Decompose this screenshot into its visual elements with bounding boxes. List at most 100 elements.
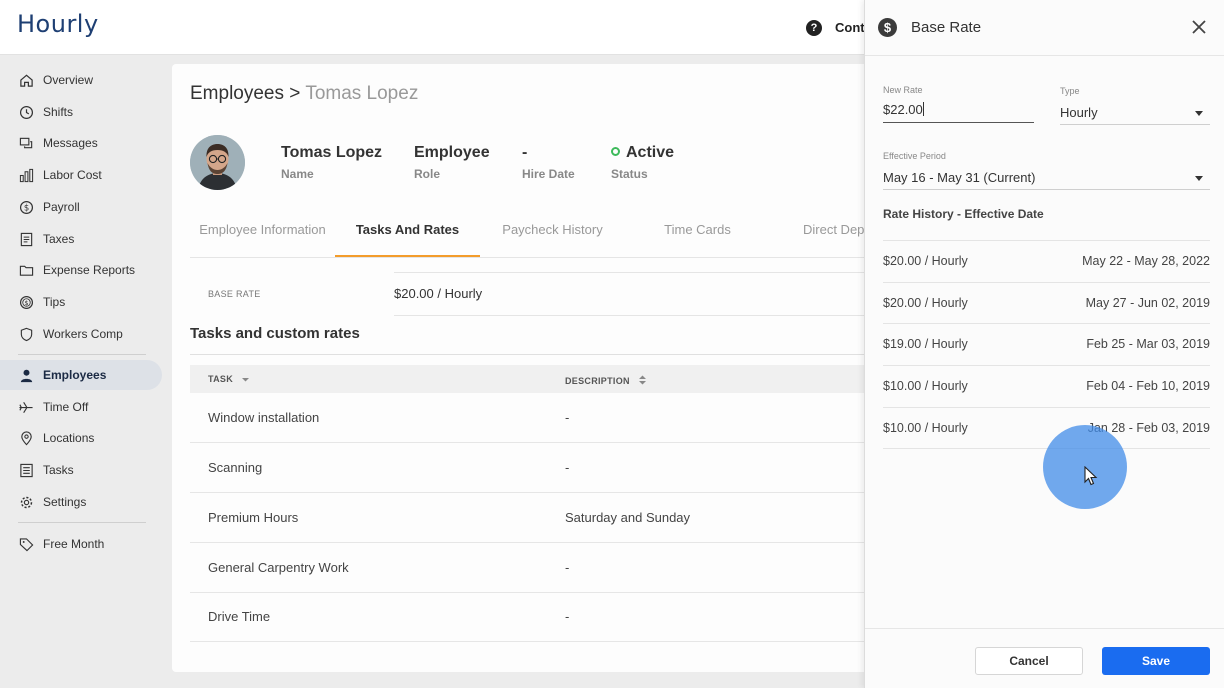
rate-history-row: $19.00 / Hourly Feb 25 - Mar 03, 2019 bbox=[883, 323, 1210, 365]
table-row[interactable]: Window installation - bbox=[190, 393, 872, 443]
sidebar-divider bbox=[18, 522, 146, 523]
employee-role-value: Employee bbox=[414, 144, 490, 161]
sort-icon bbox=[638, 375, 646, 385]
sidebar-divider bbox=[18, 354, 146, 355]
list-icon bbox=[18, 462, 34, 478]
task-description-cell: - bbox=[565, 560, 570, 575]
tab-paycheck-history[interactable]: Paycheck History bbox=[480, 210, 625, 258]
base-rate-value[interactable]: $20.00 / Hourly bbox=[394, 286, 482, 301]
chevron-down-icon[interactable] bbox=[1195, 176, 1203, 181]
effective-period-underline bbox=[883, 189, 1210, 190]
save-button[interactable]: Save bbox=[1102, 647, 1210, 675]
svg-text:$: $ bbox=[23, 202, 28, 212]
sidebar-item-label: Time Off bbox=[43, 400, 89, 414]
app-logo[interactable]: Hourly bbox=[17, 10, 99, 38]
description-column-header[interactable]: DESCRIPTION bbox=[565, 374, 647, 386]
sidebar: Overview Shifts Messages Labor Cost $ Pa… bbox=[0, 56, 170, 688]
base-rate-divider bbox=[394, 272, 872, 273]
effective-period-select[interactable]: May 16 - May 31 (Current) bbox=[883, 170, 1035, 185]
sidebar-item-locations[interactable]: Locations bbox=[0, 423, 162, 453]
tab-tasks-and-rates[interactable]: Tasks And Rates bbox=[335, 210, 480, 258]
sidebar-item-label: Settings bbox=[43, 495, 87, 509]
sidebar-item-label: Employees bbox=[43, 368, 107, 382]
table-row[interactable]: Drive Time - bbox=[190, 592, 872, 642]
shield-icon bbox=[18, 326, 34, 342]
sidebar-item-messages[interactable]: Messages bbox=[0, 128, 162, 158]
employee-name-value: Tomas Lopez bbox=[281, 144, 383, 161]
task-description-cell: - bbox=[565, 609, 570, 624]
tasks-table-header: TASK DESCRIPTION bbox=[190, 365, 872, 393]
sidebar-item-label: Expense Reports bbox=[43, 263, 136, 277]
sidebar-item-labor-cost[interactable]: Labor Cost bbox=[0, 160, 162, 190]
breadcrumb-separator: > bbox=[284, 83, 306, 104]
status-label: Status bbox=[611, 167, 648, 181]
sidebar-item-tips[interactable]: $ Tips bbox=[0, 287, 162, 317]
folder-icon bbox=[18, 262, 34, 278]
breadcrumb-root[interactable]: Employees bbox=[190, 83, 284, 104]
sidebar-item-taxes[interactable]: Taxes bbox=[0, 224, 162, 254]
hire-date-label: Hire Date bbox=[522, 167, 575, 181]
sidebar-item-label: Free Month bbox=[43, 537, 105, 551]
status-value: Active bbox=[626, 144, 675, 161]
history-date: Feb 25 - Mar 03, 2019 bbox=[1086, 337, 1210, 351]
sidebar-item-time-off[interactable]: Time Off bbox=[0, 392, 162, 422]
clock-icon bbox=[18, 104, 34, 120]
sidebar-item-settings[interactable]: Settings bbox=[0, 487, 162, 517]
gear-icon bbox=[18, 494, 34, 510]
history-rate: $10.00 / Hourly bbox=[883, 421, 968, 435]
sidebar-item-label: Locations bbox=[43, 431, 95, 445]
table-row[interactable]: Premium Hours Saturday and Sunday bbox=[190, 493, 872, 543]
sidebar-item-tasks[interactable]: Tasks bbox=[0, 455, 162, 485]
task-column-header[interactable]: TASK bbox=[208, 374, 250, 384]
close-icon[interactable] bbox=[1189, 17, 1209, 37]
sidebar-item-label: Tasks bbox=[43, 463, 74, 477]
hire-date-field: - Hire Date bbox=[522, 144, 575, 181]
tab-direct-deposit[interactable]: Direct Depo bbox=[770, 210, 872, 258]
sidebar-item-label: Payroll bbox=[43, 200, 80, 214]
table-row[interactable]: Scanning - bbox=[190, 443, 872, 493]
employee-role-label: Role bbox=[414, 167, 441, 181]
location-pin-icon bbox=[18, 430, 34, 446]
sidebar-item-payroll[interactable]: $ Payroll bbox=[0, 192, 162, 222]
sidebar-item-expense-reports[interactable]: Expense Reports bbox=[0, 255, 162, 285]
new-rate-input[interactable]: $22.00 bbox=[883, 102, 924, 117]
status-field: Active Status bbox=[611, 144, 674, 181]
sidebar-item-employees[interactable]: Employees bbox=[0, 360, 162, 390]
rate-history-row: $20.00 / Hourly May 22 - May 28, 2022 bbox=[883, 240, 1210, 282]
home-icon bbox=[18, 72, 34, 88]
plane-icon bbox=[18, 399, 34, 415]
drawer-footer: Cancel Save bbox=[865, 628, 1224, 688]
sidebar-item-shifts[interactable]: Shifts bbox=[0, 97, 162, 127]
type-select[interactable]: Hourly bbox=[1060, 105, 1098, 120]
employee-card: Employees > Tomas Lopez Tomas Lopez Name… bbox=[172, 64, 872, 672]
rate-history-row: $20.00 / Hourly May 27 - Jun 02, 2019 bbox=[883, 282, 1210, 324]
rate-history-row: $10.00 / Hourly Feb 04 - Feb 10, 2019 bbox=[883, 365, 1210, 407]
base-rate-drawer: $ Base Rate New Rate $22.00 Type Hourly … bbox=[864, 0, 1224, 688]
sidebar-item-label: Overview bbox=[43, 73, 94, 87]
task-name-cell: General Carpentry Work bbox=[208, 560, 349, 575]
chevron-down-icon[interactable] bbox=[1195, 111, 1203, 116]
help-icon[interactable]: ? bbox=[806, 20, 822, 36]
table-row[interactable]: General Carpentry Work - bbox=[190, 543, 872, 593]
tab-time-cards[interactable]: Time Cards bbox=[625, 210, 770, 258]
dollar-circle-icon: $ bbox=[18, 199, 34, 215]
history-rate: $10.00 / Hourly bbox=[883, 379, 968, 393]
tab-employee-information[interactable]: Employee Information bbox=[190, 210, 335, 258]
sort-down-icon bbox=[241, 378, 249, 382]
history-date: May 22 - May 28, 2022 bbox=[1082, 254, 1210, 268]
task-description-cell: Saturday and Sunday bbox=[565, 510, 691, 525]
employee-role-field: Employee Role bbox=[414, 144, 490, 181]
tag-icon bbox=[18, 536, 34, 552]
cancel-button[interactable]: Cancel bbox=[975, 647, 1083, 675]
new-rate-label: New Rate bbox=[883, 85, 923, 95]
base-rate-label: BASE RATE bbox=[208, 289, 261, 299]
sidebar-item-label: Workers Comp bbox=[43, 327, 123, 341]
sidebar-item-overview[interactable]: Overview bbox=[0, 65, 162, 95]
status-dot-icon bbox=[611, 147, 620, 156]
history-date: May 27 - Jun 02, 2019 bbox=[1085, 296, 1210, 310]
sidebar-item-workers-comp[interactable]: Workers Comp bbox=[0, 319, 162, 349]
task-name-cell: Premium Hours bbox=[208, 510, 299, 525]
sidebar-item-free-month[interactable]: Free Month bbox=[0, 529, 162, 559]
history-rate: $19.00 / Hourly bbox=[883, 337, 968, 351]
breadcrumb-current: Tomas Lopez bbox=[305, 83, 419, 104]
